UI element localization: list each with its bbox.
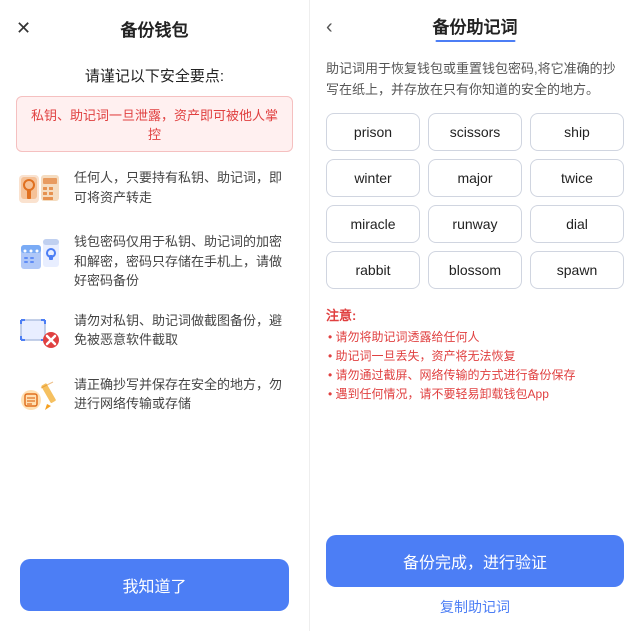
right-title-wrap: 备份助记词 — [433, 13, 518, 42]
mnemonic-word-7: miracle — [326, 205, 420, 243]
copy-mnemonic-link[interactable]: 复制助记词 — [326, 597, 624, 617]
left-header: ✕ 备份钱包 — [0, 0, 309, 57]
security-text-1: 任何人，只要持有私钥、助记词，即可将资产转走 — [74, 166, 293, 207]
security-text-3: 请勿对私钥、助记词做截图备份，避免被恶意软件截取 — [74, 309, 293, 350]
mnemonic-word-10: rabbit — [326, 251, 420, 289]
left-title: 备份钱包 — [121, 16, 189, 41]
security-text-2: 钱包密码仅用于私钥、助记词的加密和解密，密码只存储在手机上，请做好密码备份 — [74, 230, 293, 291]
mnemonic-word-11: blossom — [428, 251, 522, 289]
notes-item-4: • 遇到任何情况，请不要轻易卸载钱包App — [326, 385, 624, 404]
mnemonic-word-1: prison — [326, 113, 420, 151]
alert-box: 私钥、助记词一旦泄露，资产即可被他人掌控 — [16, 96, 293, 152]
security-item-3: 请勿对私钥、助记词做截图备份，避免被恶意软件截取 — [16, 309, 293, 355]
notes-item-1: • 请勿将助记词透露给任何人 — [326, 328, 624, 347]
security-item-2: 钱包密码仅用于私钥、助记词的加密和解密，密码只存储在手机上，请做好密码备份 — [16, 230, 293, 291]
mnemonic-grid: prison scissors ship winter major twice … — [310, 113, 640, 301]
left-panel: ✕ 备份钱包 请谨记以下安全要点: 私钥、助记词一旦泄露，资产即可被他人掌控 — [0, 0, 310, 631]
mnemonic-word-12: spawn — [530, 251, 624, 289]
key-icon — [16, 166, 62, 212]
mnemonic-word-6: twice — [530, 159, 624, 197]
security-item-4: 请正确抄写并保存在安全的地方，勿进行网络传输或存储 — [16, 373, 293, 419]
left-footer: 我知道了 — [0, 545, 309, 631]
acknowledge-button[interactable]: 我知道了 — [20, 559, 289, 611]
left-subtitle: 请谨记以下安全要点: — [0, 57, 309, 96]
mnemonic-word-5: major — [428, 159, 522, 197]
note-icon — [16, 373, 62, 419]
password-icon — [16, 230, 62, 276]
right-description: 助记词用于恢复钱包或重置钱包密码,将它准确的抄写在纸上，并存放在只有你知道的安全… — [310, 55, 640, 113]
notes-section: 注意: • 请勿将助记词透露给任何人 • 助记词一旦丢失，资产将无法恢复 • 请… — [310, 301, 640, 415]
mnemonic-word-8: runway — [428, 205, 522, 243]
title-underline — [435, 40, 515, 42]
mnemonic-word-4: winter — [326, 159, 420, 197]
mnemonic-word-2: scissors — [428, 113, 522, 151]
verify-button[interactable]: 备份完成，进行验证 — [326, 535, 624, 587]
security-item-1: 任何人，只要持有私钥、助记词，即可将资产转走 — [16, 166, 293, 212]
notes-item-3: • 请勿通过截屏、网络传输的方式进行备份保存 — [326, 366, 624, 385]
right-footer: 备份完成，进行验证 复制助记词 — [310, 525, 640, 631]
mnemonic-word-3: ship — [530, 113, 624, 151]
notes-title: 注意: — [326, 305, 624, 324]
notes-item-2: • 助记词一旦丢失，资产将无法恢复 — [326, 347, 624, 366]
right-header: ‹ 备份助记词 — [310, 0, 640, 55]
right-panel: ‹ 备份助记词 助记词用于恢复钱包或重置钱包密码,将它准确的抄写在纸上，并存放在… — [310, 0, 640, 631]
close-button[interactable]: ✕ — [16, 18, 31, 39]
mnemonic-word-9: dial — [530, 205, 624, 243]
security-text-4: 请正确抄写并保存在安全的地方，勿进行网络传输或存储 — [74, 373, 293, 414]
back-button[interactable]: ‹ — [326, 16, 333, 39]
security-items-list: 任何人，只要持有私钥、助记词，即可将资产转走 — [0, 166, 309, 545]
screenshot-icon — [16, 309, 62, 355]
right-title: 备份助记词 — [433, 13, 518, 38]
